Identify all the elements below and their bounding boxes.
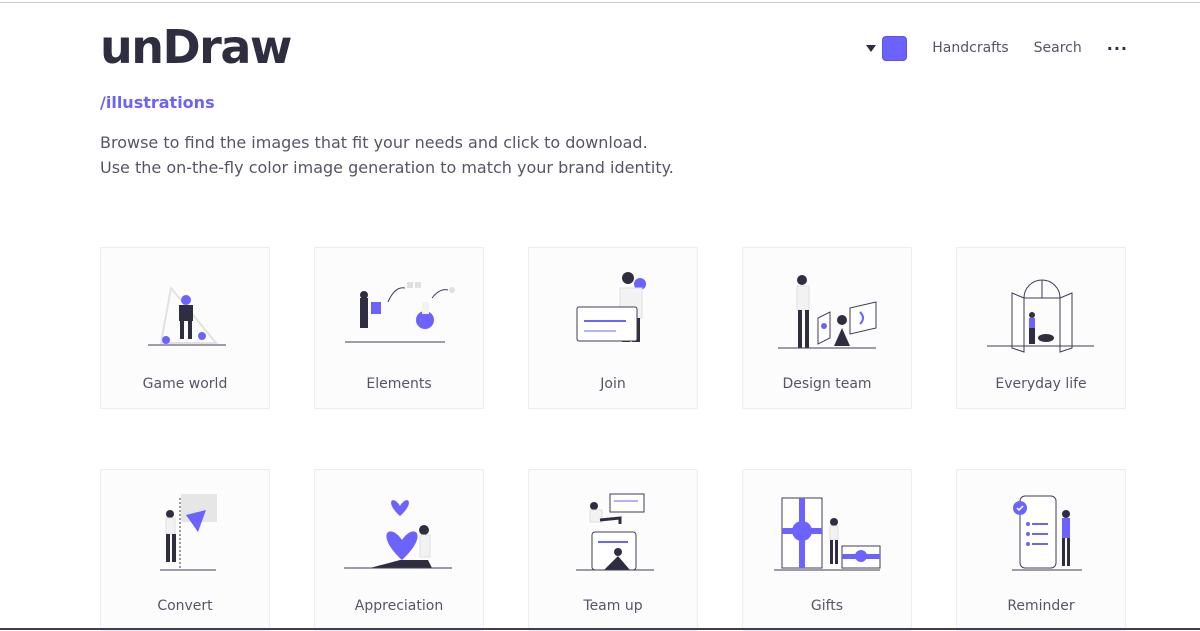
illustration-card-team-up[interactable]: Team up [528,469,698,631]
more-menu-icon[interactable]: ··· [1107,39,1128,58]
illustration-card-elements[interactable]: Elements [314,247,484,409]
card-label: Join [600,376,626,392]
card-label: Design team [782,376,872,392]
site-logo[interactable]: unDraw [100,20,292,74]
color-picker-swatch[interactable] [882,35,908,61]
illustration-card-join[interactable]: Join [528,247,698,409]
top-border [0,2,1200,3]
top-nav: Handcrafts Search ··· [866,34,1128,62]
everyday-life-illustration-icon [987,279,1094,353]
card-label: Appreciation [354,598,444,614]
card-label: Everyday life [995,376,1087,392]
page-description: Browse to find the images that fit your … [100,133,674,177]
card-label: Convert [157,598,213,614]
reminder-illustration-icon [1012,495,1082,571]
card-label: Game world [142,376,228,392]
illustration-card-convert[interactable]: Convert [100,469,270,631]
illustration-card-game-world[interactable]: Game world [100,247,270,409]
game-world-illustration-icon [148,285,226,346]
illustration-card-everyday-life[interactable]: Everyday life [956,247,1126,409]
design-team-illustration-icon [778,275,877,349]
card-label: Team up [583,598,643,614]
chevron-down-icon[interactable] [866,44,877,52]
join-illustration-icon [576,272,646,342]
team-up-illustration-icon [576,493,654,571]
nav-handcrafts-link[interactable]: Handcrafts [932,40,1008,56]
illustrations-link[interactable]: /illustrations [100,93,215,112]
illustration-card-gifts[interactable]: Gifts [742,469,912,631]
card-label: Elements [366,376,432,392]
nav-search-link[interactable]: Search [1034,40,1082,56]
convert-illustration-icon [160,494,217,571]
gifts-illustration-icon [774,497,881,571]
illustration-card-reminder[interactable]: Reminder [956,469,1126,631]
illustration-card-design-team[interactable]: Design team [742,247,912,409]
card-label: Reminder [1007,598,1075,614]
elements-illustration-icon [345,282,455,343]
illustration-card-appreciation[interactable]: Appreciation [314,469,484,631]
card-label: Gifts [810,598,844,614]
appreciation-illustration-icon [344,500,452,569]
